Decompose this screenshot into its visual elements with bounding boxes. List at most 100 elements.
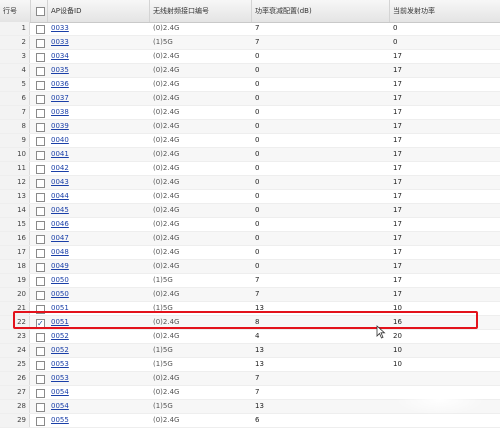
row-select[interactable] (31, 386, 47, 399)
row-select[interactable] (31, 106, 47, 119)
ap-id-link[interactable]: 0038 (51, 108, 69, 116)
row-select[interactable] (31, 218, 47, 231)
row-select[interactable] (31, 260, 47, 273)
header-ap-id[interactable]: AP设备ID (48, 0, 150, 22)
row-select[interactable] (31, 344, 47, 357)
row-select[interactable] (31, 50, 47, 63)
table-row[interactable]: 7 0038 (0)2.4G 0 17 (0, 106, 500, 120)
table-row[interactable]: 4 0035 (0)2.4G 0 17 (0, 64, 500, 78)
row-checkbox[interactable] (36, 165, 45, 174)
table-row[interactable]: 5 0036 (0)2.4G 0 17 (0, 78, 500, 92)
table-row[interactable]: 19 0050 (1)5G 7 17 (0, 274, 500, 288)
row-checkbox[interactable] (36, 361, 45, 370)
ap-id-link[interactable]: 0034 (51, 52, 69, 60)
row-checkbox[interactable] (36, 95, 45, 104)
row-checkbox[interactable] (36, 389, 45, 398)
row-checkbox[interactable] (36, 81, 45, 90)
row-select[interactable] (31, 162, 47, 175)
header-tx-power[interactable]: 当前发射功率 (390, 0, 500, 22)
row-select[interactable] (31, 358, 47, 371)
table-row[interactable]: 26 0053 (0)2.4G 7 (0, 372, 500, 386)
row-checkbox[interactable] (36, 151, 45, 160)
row-checkbox[interactable] (36, 221, 45, 230)
row-checkbox[interactable] (36, 137, 45, 146)
row-select[interactable] (31, 64, 47, 77)
ap-id-link[interactable]: 0036 (51, 80, 69, 88)
table-row[interactable]: 1 0033 (0)2.4G 7 0 (0, 22, 500, 36)
row-select[interactable] (31, 134, 47, 147)
row-checkbox[interactable] (36, 109, 45, 118)
table-row[interactable]: 25 0053 (1)5G 13 10 (0, 358, 500, 372)
ap-id-link[interactable]: 0046 (51, 220, 69, 228)
header-radio-interface[interactable]: 无线射频接口编号 (150, 0, 252, 22)
table-row[interactable]: 20 0050 (0)2.4G 7 17 (0, 288, 500, 302)
ap-id-link[interactable]: 0040 (51, 136, 69, 144)
row-checkbox[interactable] (36, 235, 45, 244)
header-row-number[interactable]: 行号 (0, 0, 31, 22)
row-checkbox[interactable] (36, 277, 45, 286)
ap-id-link[interactable]: 0045 (51, 206, 69, 214)
ap-id-link[interactable]: 0033 (51, 38, 69, 46)
table-row[interactable]: 23 0052 (0)2.4G 4 20 (0, 330, 500, 344)
row-checkbox[interactable] (36, 39, 45, 48)
table-row[interactable]: 18 0049 (0)2.4G 0 17 (0, 260, 500, 274)
ap-id-link[interactable]: 0052 (51, 332, 69, 340)
row-select[interactable] (31, 372, 47, 385)
row-select[interactable] (31, 92, 47, 105)
row-checkbox[interactable] (36, 123, 45, 132)
row-select[interactable] (31, 204, 47, 217)
table-row[interactable]: 10 0041 (0)2.4G 0 17 (0, 148, 500, 162)
row-select[interactable] (31, 78, 47, 91)
ap-id-link[interactable]: 0050 (51, 290, 69, 298)
row-checkbox[interactable] (36, 347, 45, 356)
row-select[interactable] (31, 36, 47, 49)
ap-id-link[interactable]: 0037 (51, 94, 69, 102)
row-select[interactable] (31, 148, 47, 161)
row-checkbox[interactable] (36, 193, 45, 202)
table-row[interactable]: 14 0045 (0)2.4G 0 17 (0, 204, 500, 218)
row-checkbox[interactable] (36, 25, 45, 34)
row-select[interactable] (31, 232, 47, 245)
ap-id-link[interactable]: 0054 (51, 402, 69, 410)
table-row[interactable]: 13 0044 (0)2.4G 0 17 (0, 190, 500, 204)
table-row[interactable]: 2 0033 (1)5G 7 0 (0, 36, 500, 50)
ap-id-link[interactable]: 0039 (51, 122, 69, 130)
table-row[interactable]: 6 0037 (0)2.4G 0 17 (0, 92, 500, 106)
ap-id-link[interactable]: 0053 (51, 374, 69, 382)
table-row[interactable]: 17 0048 (0)2.4G 0 17 (0, 246, 500, 260)
row-select[interactable] (31, 120, 47, 133)
ap-id-link[interactable]: 0035 (51, 66, 69, 74)
row-select[interactable] (31, 330, 47, 343)
row-checkbox[interactable] (36, 249, 45, 258)
table-row[interactable]: 11 0042 (0)2.4G 0 17 (0, 162, 500, 176)
ap-id-link[interactable]: 0049 (51, 262, 69, 270)
row-checkbox[interactable] (36, 291, 45, 300)
table-row[interactable]: 9 0040 (0)2.4G 0 17 (0, 134, 500, 148)
table-row[interactable]: 8 0039 (0)2.4G 0 17 (0, 120, 500, 134)
row-select[interactable] (31, 400, 47, 413)
ap-id-link[interactable]: 0042 (51, 164, 69, 172)
row-select[interactable] (31, 288, 47, 301)
ap-id-link[interactable]: 0048 (51, 248, 69, 256)
row-select[interactable] (31, 190, 47, 203)
ap-id-link[interactable]: 0041 (51, 150, 69, 158)
table-row[interactable]: 3 0034 (0)2.4G 0 17 (0, 50, 500, 64)
ap-id-link[interactable]: 0053 (51, 360, 69, 368)
row-select[interactable] (31, 274, 47, 287)
row-select[interactable] (31, 246, 47, 259)
row-checkbox[interactable] (36, 207, 45, 216)
ap-id-link[interactable]: 0050 (51, 276, 69, 284)
row-checkbox[interactable] (36, 375, 45, 384)
table-row[interactable]: 29 0055 (0)2.4G 6 (0, 414, 500, 428)
select-all-checkbox[interactable] (36, 7, 45, 16)
row-checkbox[interactable] (36, 179, 45, 188)
row-checkbox[interactable] (36, 263, 45, 272)
row-checkbox[interactable] (36, 67, 45, 76)
ap-id-link[interactable]: 0033 (51, 24, 69, 32)
row-checkbox[interactable] (36, 333, 45, 342)
ap-id-link[interactable]: 0054 (51, 388, 69, 396)
table-row[interactable]: 24 0052 (1)5G 13 10 (0, 344, 500, 358)
row-select[interactable] (31, 176, 47, 189)
ap-id-link[interactable]: 0047 (51, 234, 69, 242)
ap-id-link[interactable]: 0044 (51, 192, 69, 200)
